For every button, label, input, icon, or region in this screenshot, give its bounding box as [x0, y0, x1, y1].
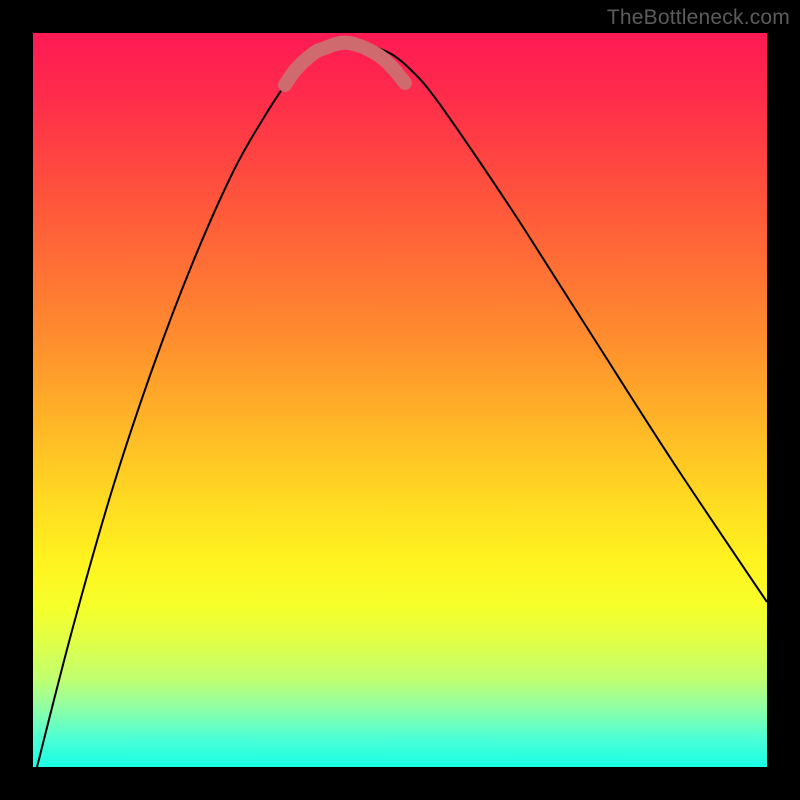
- bottleneck-curve: [37, 42, 767, 767]
- highlight-segment: [285, 43, 405, 85]
- curve-layer: [33, 33, 767, 767]
- plot-area: [33, 33, 767, 767]
- watermark-text: TheBottleneck.com: [607, 6, 790, 30]
- chart-frame: TheBottleneck.com: [0, 0, 800, 800]
